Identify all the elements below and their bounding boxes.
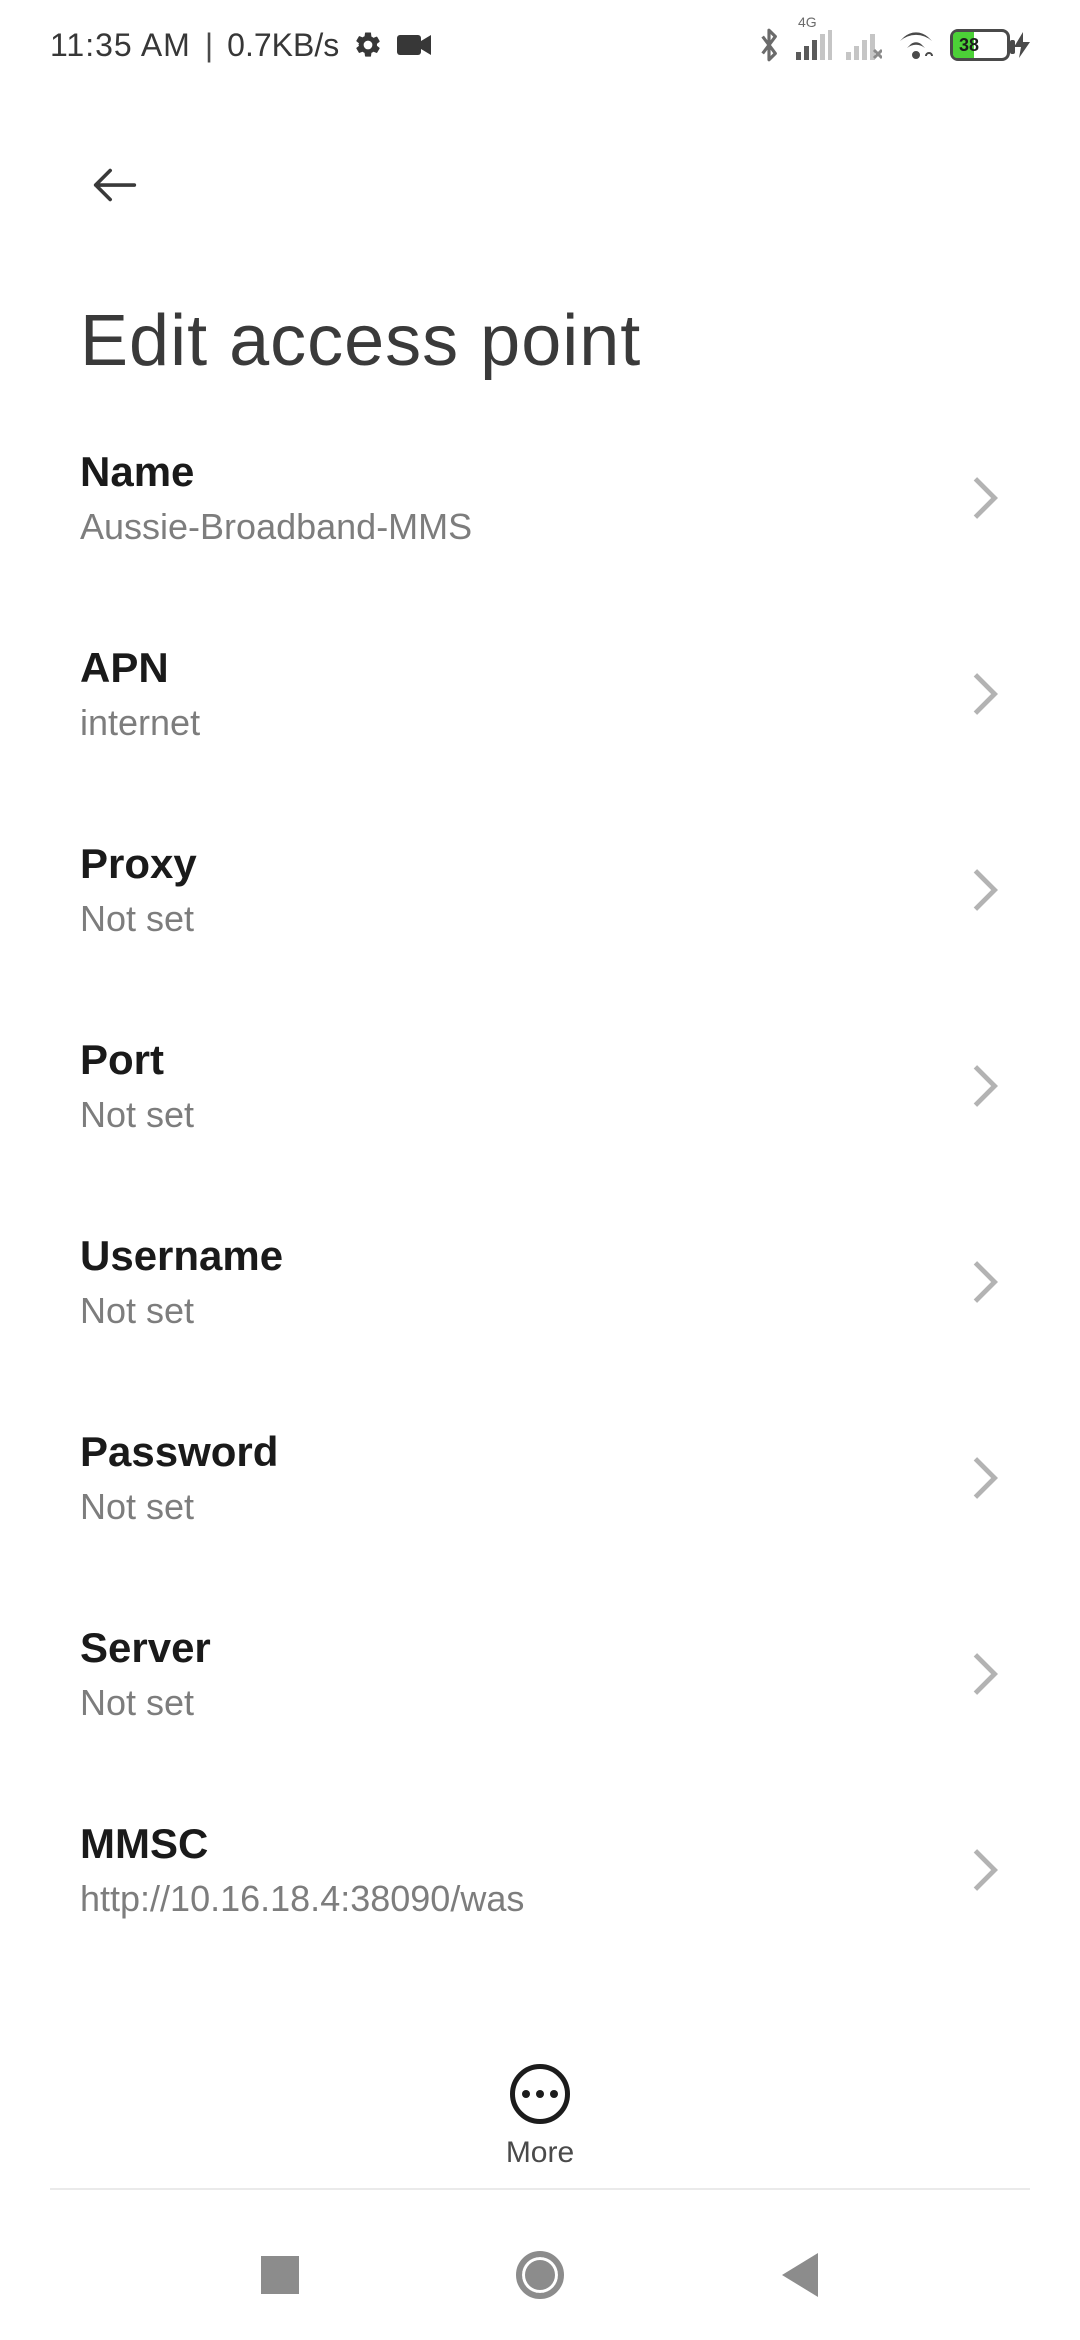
field-server[interactable]: Server Not set: [80, 1576, 1000, 1772]
field-label: Server: [80, 1624, 940, 1672]
field-value: Not set: [80, 1486, 940, 1528]
field-value: Aussie-Broadband-MMS: [80, 506, 940, 548]
signal-nosim-icon: [846, 30, 882, 60]
field-label: Port: [80, 1036, 940, 1084]
charging-icon: [1014, 32, 1030, 58]
status-divider: |: [205, 27, 213, 64]
bottom-action-bar: More: [0, 2064, 1080, 2170]
signal-4g-icon: 4G: [796, 30, 832, 60]
field-value: http://10.16.18.4:38090/was: [80, 1878, 940, 1920]
battery-icon: 38: [950, 29, 1030, 61]
dot-icon: [536, 2090, 544, 2098]
square-icon: [261, 2256, 299, 2294]
status-right: 4G 38: [756, 26, 1030, 64]
field-label: MMSC: [80, 1820, 940, 1868]
page-title: Edit access point: [80, 300, 1000, 382]
bluetooth-icon: [756, 26, 782, 64]
bottom-separator: [50, 2188, 1030, 2190]
status-left: 11:35 AM | 0.7KB/s: [50, 27, 431, 64]
triangle-left-icon: [782, 2253, 818, 2297]
wifi-icon: [896, 29, 936, 61]
field-label: Proxy: [80, 840, 940, 888]
field-port[interactable]: Port Not set: [80, 988, 1000, 1184]
field-apn[interactable]: APN internet: [80, 596, 1000, 792]
back-button[interactable]: [80, 150, 150, 220]
field-label: Password: [80, 1428, 940, 1476]
field-mms-proxy[interactable]: MMS proxy 10.16.18.77: [80, 1968, 1000, 1990]
dot-icon: [522, 2090, 530, 2098]
field-username[interactable]: Username Not set: [80, 1184, 1000, 1380]
field-label: Name: [80, 448, 940, 496]
chevron-right-icon: [970, 1650, 1000, 1698]
field-password[interactable]: Password Not set: [80, 1380, 1000, 1576]
chevron-right-icon: [970, 866, 1000, 914]
camera-icon: [397, 33, 431, 57]
nav-recents-button[interactable]: [250, 2245, 310, 2305]
field-name[interactable]: Name Aussie-Broadband-MMS: [80, 400, 1000, 596]
circle-icon: [516, 2251, 564, 2299]
field-value: Not set: [80, 1682, 940, 1724]
field-value: internet: [80, 702, 940, 744]
field-proxy[interactable]: Proxy Not set: [80, 792, 1000, 988]
field-mmsc[interactable]: MMSC http://10.16.18.4:38090/was: [80, 1772, 1000, 1968]
network-rate: 0.7KB/s: [227, 27, 339, 64]
chevron-right-icon: [970, 670, 1000, 718]
nav-home-button[interactable]: [510, 2245, 570, 2305]
field-value: Not set: [80, 1094, 940, 1136]
arrow-left-icon: [86, 156, 144, 214]
field-label: Username: [80, 1232, 940, 1280]
app-bar: Edit access point: [0, 110, 1080, 382]
more-button[interactable]: [510, 2064, 570, 2124]
field-label: APN: [80, 644, 940, 692]
more-label: More: [506, 2136, 574, 2170]
chevron-right-icon: [970, 1258, 1000, 1306]
settings-list: Name Aussie-Broadband-MMS APN internet P…: [0, 400, 1080, 1990]
chevron-right-icon: [970, 1846, 1000, 1894]
chevron-right-icon: [970, 474, 1000, 522]
gear-icon: [353, 30, 383, 60]
dot-icon: [550, 2090, 558, 2098]
battery-percent: 38: [959, 35, 979, 56]
status-bar: 11:35 AM | 0.7KB/s 4G: [0, 0, 1080, 90]
field-value: Not set: [80, 898, 940, 940]
chevron-right-icon: [970, 1062, 1000, 1110]
system-navbar: [0, 2210, 1080, 2340]
clock: 11:35 AM: [50, 27, 191, 64]
field-value: Not set: [80, 1290, 940, 1332]
nav-back-button[interactable]: [770, 2245, 830, 2305]
chevron-right-icon: [970, 1454, 1000, 1502]
